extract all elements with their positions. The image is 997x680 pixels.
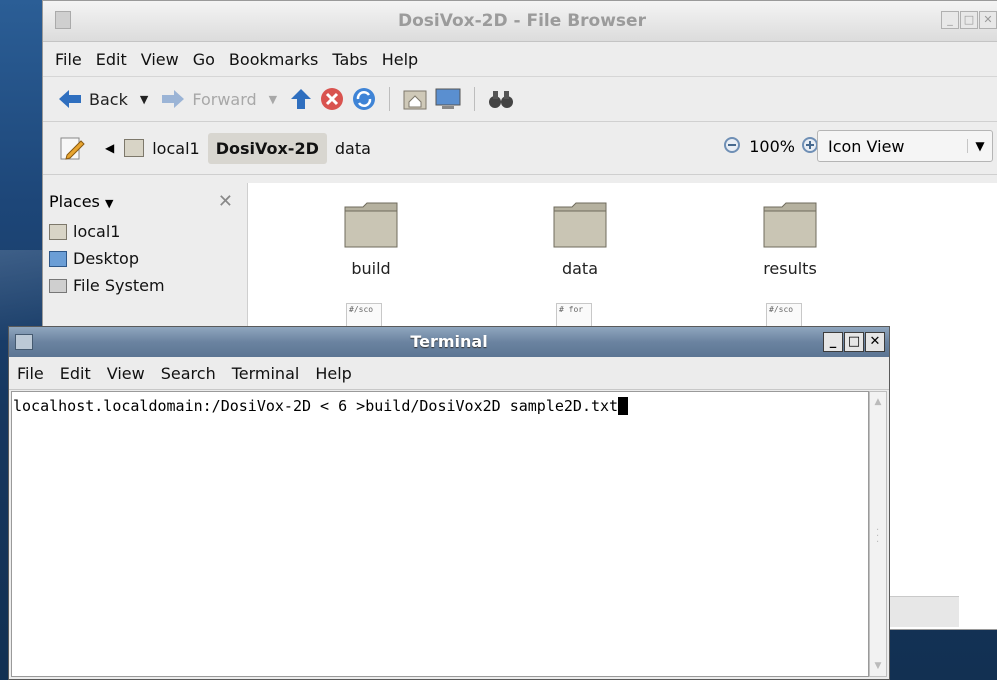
sidebar-item-desktop[interactable]: Desktop [43, 245, 247, 272]
toolbar: Back ▼ Forward ▼ [43, 76, 997, 121]
terminal-window[interactable]: Terminal _ □ ✕ File Edit View Search Ter… [8, 326, 890, 680]
chevron-down-icon[interactable]: ▼ [269, 93, 277, 106]
terminal-scrollbar[interactable]: ▲ · · · ▼ [869, 391, 887, 677]
menu-terminal[interactable]: Terminal [232, 364, 300, 383]
search-binoculars-icon[interactable] [487, 87, 515, 111]
folder-icon [344, 202, 398, 248]
sidebar-item-file-system[interactable]: File System [43, 272, 247, 299]
edit-location-icon[interactable] [59, 135, 85, 161]
terminal-output[interactable]: localhost.localdomain:/DosiVox-2D < 6 >b… [11, 391, 869, 677]
window-title: DosiVox-2D - File Browser [398, 11, 646, 31]
location-bar: ◀ local1 DosiVox-2D data 100% Icon View … [43, 121, 997, 175]
menu-bookmarks[interactable]: Bookmarks [229, 50, 318, 69]
stop-icon[interactable] [319, 86, 345, 112]
up-arrow-icon[interactable] [289, 87, 313, 111]
sidebar-item-label: Desktop [73, 249, 139, 268]
menu-go[interactable]: Go [193, 50, 215, 69]
back-arrow-icon [59, 90, 81, 108]
terminal-line: localhost.localdomain:/DosiVox-2D < 6 >b… [12, 392, 868, 415]
menu-view[interactable]: View [107, 364, 145, 383]
places-header[interactable]: Places ▼ ✕ [43, 183, 247, 218]
minimize-button[interactable]: _ [941, 11, 959, 29]
breadcrumb-dosivox-2d[interactable]: DosiVox-2D [207, 132, 327, 164]
window-controls: _ □ ✕ [941, 11, 997, 29]
menubar: File Edit View Go Bookmarks Tabs Help [43, 42, 997, 76]
reload-icon[interactable] [351, 86, 377, 112]
chevron-left-icon[interactable]: ◀ [105, 141, 114, 155]
chevron-down-icon: ▼ [967, 139, 992, 153]
menu-view[interactable]: View [141, 50, 179, 69]
computer-icon[interactable] [434, 87, 462, 111]
sidebar-item-label: File System [73, 276, 165, 295]
menu-file[interactable]: File [55, 50, 82, 69]
command-text: localhost.localdomain:/DosiVox-2D < 6 >b… [13, 397, 619, 415]
home-folder-icon [49, 223, 67, 240]
toolbar-separator [474, 87, 476, 111]
terminal-titlebar[interactable]: Terminal _ □ ✕ [9, 327, 889, 357]
zoom-control: 100% [723, 136, 821, 156]
maximize-button[interactable]: □ [960, 11, 978, 29]
view-mode-select[interactable]: Icon View ▼ [817, 130, 993, 162]
sidebar-item-local1[interactable]: local1 [43, 218, 247, 245]
terminal-menubar: File Edit View Search Terminal Help [9, 357, 889, 390]
folder-label: results [763, 259, 817, 278]
scroll-grip-icon[interactable]: · · · [876, 526, 879, 548]
menu-search[interactable]: Search [161, 364, 216, 383]
menu-edit[interactable]: Edit [60, 364, 91, 383]
sidebar-item-label: local1 [73, 222, 121, 241]
terminal-title: Terminal [410, 332, 488, 351]
folder-data[interactable]: data [520, 201, 640, 278]
menu-edit[interactable]: Edit [96, 50, 127, 69]
folder-icon [124, 139, 145, 157]
menu-tabs[interactable]: Tabs [332, 50, 367, 69]
forward-label: Forward [192, 89, 257, 109]
minimize-button[interactable]: _ [823, 332, 843, 352]
breadcrumb-data[interactable]: data [327, 133, 379, 164]
terminal-window-controls: _ □ ✕ [823, 332, 885, 352]
chevron-down-icon[interactable]: ▼ [140, 93, 148, 106]
folder-icon [553, 202, 607, 248]
folder-icon [763, 202, 817, 248]
view-mode-value: Icon View [828, 136, 905, 156]
menu-help[interactable]: Help [382, 50, 418, 69]
maximize-button[interactable]: □ [844, 332, 864, 352]
zoom-level: 100% [749, 136, 795, 156]
forward-button[interactable]: Forward ▼ [160, 89, 277, 109]
breadcrumb-local1[interactable]: local1 [144, 133, 207, 164]
places-label: Places [49, 192, 100, 211]
back-label: Back [89, 89, 128, 109]
scroll-down-arrow-icon[interactable]: ▼ [871, 658, 885, 674]
folder-build[interactable]: build [311, 201, 431, 278]
desktop-icon [49, 250, 67, 267]
close-button[interactable]: ✕ [865, 332, 885, 352]
folder-label: build [351, 259, 391, 278]
toolbar-separator [389, 87, 391, 111]
file-browser-titlebar[interactable]: DosiVox-2D - File Browser _ □ ✕ [43, 1, 997, 42]
menu-file[interactable]: File [17, 364, 44, 383]
menu-help[interactable]: Help [315, 364, 351, 383]
zoom-out-icon[interactable] [723, 136, 743, 156]
back-button[interactable]: Back ▼ [57, 89, 148, 109]
scroll-up-arrow-icon[interactable]: ▲ [871, 394, 885, 410]
forward-arrow-icon [162, 90, 185, 108]
close-sidebar-icon[interactable]: ✕ [218, 191, 233, 212]
folder-label: data [561, 259, 599, 278]
home-icon[interactable] [402, 87, 428, 111]
chevron-down-icon: ▼ [104, 197, 114, 210]
folder-results[interactable]: results [730, 201, 850, 278]
close-button[interactable]: ✕ [979, 11, 997, 29]
drive-icon [49, 278, 67, 293]
text-cursor [618, 397, 629, 415]
